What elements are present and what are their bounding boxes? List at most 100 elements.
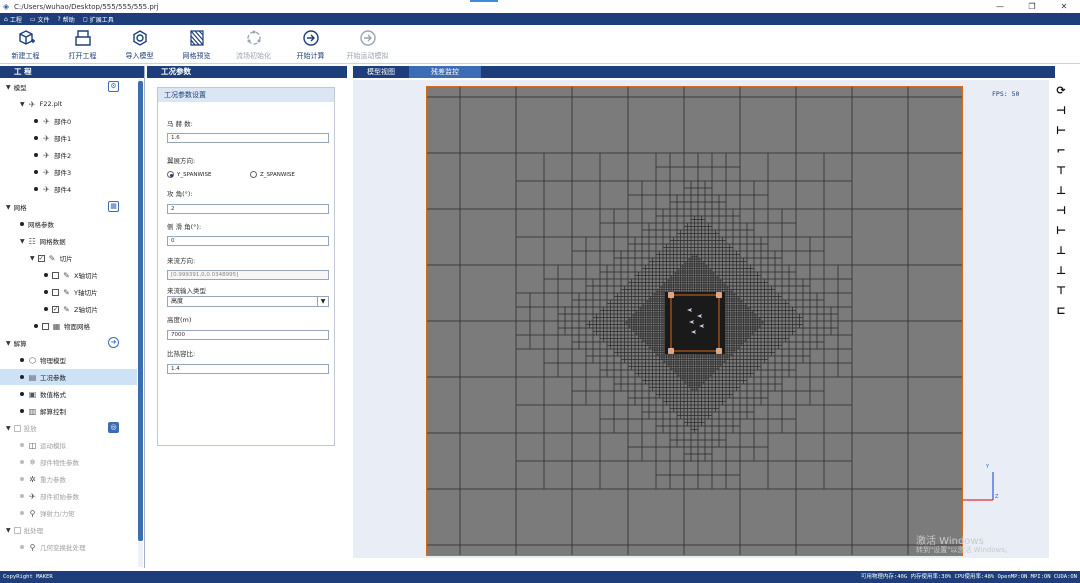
view-bottom-icon[interactable]: ⊣	[1052, 204, 1070, 218]
selection-handle	[668, 292, 674, 298]
view-iso1-icon[interactable]: ⊢	[1052, 224, 1070, 238]
import-model-button[interactable]: 导入模型	[111, 25, 168, 63]
pencil-icon: ✎	[63, 304, 70, 314]
input-type-select[interactable]: 高度 ▼	[167, 296, 329, 307]
selection-handle	[668, 348, 674, 354]
span-z-radio[interactable]: Z_SPANWISE	[250, 171, 295, 178]
mesh-data-icon: ☷	[28, 236, 36, 246]
tree-item-part1[interactable]: ✈ 部件1	[34, 130, 71, 146]
mach-input[interactable]: 1.6	[167, 133, 329, 143]
tree-item-part3[interactable]: ✈ 部件3	[34, 164, 71, 180]
part-icon: ✈	[43, 150, 50, 160]
view-iso3-icon[interactable]: ⊥	[1052, 264, 1070, 278]
tree-item-slice[interactable]: ▼ ✓ ✎ 切片	[30, 250, 73, 266]
tree-item-part-props[interactable]: ⚛ 部件物性参数	[20, 454, 79, 470]
tree-item-y-slice[interactable]: ✎ Y轴切片	[44, 284, 97, 300]
physics-icon: ⬡	[29, 355, 36, 365]
menu-file[interactable]: ▭ 文件	[30, 15, 50, 24]
fit-view-icon[interactable]: ⊏	[1052, 304, 1070, 318]
mesh-render	[427, 87, 962, 555]
mesh-grid-icon[interactable]: ▦	[108, 201, 119, 212]
tree-item-part4[interactable]: ✈ 部件4	[34, 181, 71, 197]
surface-mesh-icon: ▦	[52, 321, 61, 331]
surface-mesh-checkbox[interactable]	[42, 322, 49, 330]
tree-item-motion-sim[interactable]: ◫ 运动模拟	[20, 437, 66, 453]
tree-item-geo-batch[interactable]: ⚲ 几何变换批处理	[20, 539, 86, 555]
mesh-preview-icon	[189, 30, 204, 46]
tree-section-drop[interactable]: ▼ 投放	[6, 420, 37, 436]
project-panel: 工 程 ▼ 模型 ⚙ ▼ ✈ F22.plt ✈ 部件0 ✈ 部件1 ✈ 部件2 ✈ 部件3 …	[0, 66, 145, 568]
sideslip-input[interactable]: 0	[167, 236, 329, 246]
gamma-input[interactable]: 1.4	[167, 364, 329, 374]
view-tabs: 模型视图 残差监控	[353, 66, 1055, 78]
view-iso4-icon[interactable]: ⊤	[1052, 284, 1070, 298]
tree-item-conditions[interactable]: ▤ 工况参数	[0, 369, 137, 385]
axis-z-label: Z	[995, 494, 999, 500]
view-right-icon[interactable]: ⊤	[1052, 164, 1070, 178]
tree-item-part-init[interactable]: ✈ 部件初始参数	[20, 488, 79, 504]
height-input[interactable]: 7000	[167, 330, 329, 340]
tree-item-surface-mesh[interactable]: ▦ 物面网格	[34, 318, 90, 334]
pencil-icon: ✎	[48, 253, 56, 263]
model-settings-icon[interactable]: ⚙	[108, 81, 119, 92]
part-icon: ✈	[43, 133, 50, 143]
tree-scrollbar[interactable]	[138, 79, 143, 567]
view-iso2-icon[interactable]: ⊥	[1052, 244, 1070, 258]
tree-scrollbar-thumb[interactable]	[138, 81, 143, 541]
view-front-icon[interactable]: ⊣	[1052, 104, 1070, 118]
copyright-text: CopyRight MAKER	[3, 574, 53, 580]
close-icon[interactable]: ✕	[1048, 0, 1080, 13]
drop-checkbox[interactable]	[13, 424, 21, 432]
menu-project[interactable]: ⌂ 工程	[4, 15, 22, 24]
view-back-icon[interactable]: ⊢	[1052, 124, 1070, 138]
drop-target-icon[interactable]: ◎	[108, 422, 119, 433]
tree-item-z-slice[interactable]: ✓ ✎ Z轴切片	[44, 301, 98, 317]
tree-item-part0[interactable]: ✈ 部件0	[34, 113, 71, 129]
minimize-icon[interactable]: —	[984, 0, 1016, 13]
transform-icon: ⚲	[29, 542, 36, 552]
tree-item-ejection[interactable]: ⚲ 弹射力/力矩	[20, 505, 75, 521]
new-project-button[interactable]: 新建工程	[0, 25, 54, 63]
reset-view-icon[interactable]: ⟳	[1052, 84, 1070, 98]
chevron-down-icon: ▼	[317, 297, 328, 306]
view-left-icon[interactable]: ⌐	[1052, 144, 1070, 158]
batch-checkbox[interactable]	[13, 526, 21, 534]
solve-run-icon[interactable]: ➜	[108, 337, 119, 348]
z-slice-checkbox[interactable]: ✓	[52, 305, 59, 313]
tree-item-numeric-format[interactable]: ▣ 数值格式	[20, 386, 66, 402]
tree-section-solve[interactable]: ▼ 解算	[6, 335, 27, 351]
tree-item-physical-model[interactable]: ⬡ 物理模型	[20, 352, 66, 368]
tab-model-view[interactable]: 模型视图	[353, 66, 409, 78]
tree-item-solve-control[interactable]: ▥ 解算控制	[20, 403, 66, 419]
tree-item-mesh-data[interactable]: ▼ ☷ 网格数据	[20, 233, 66, 249]
tree-section-mesh[interactable]: ▼ 网格	[6, 199, 27, 215]
maximize-icon[interactable]: ❐	[1016, 0, 1048, 13]
x-slice-checkbox[interactable]	[52, 271, 59, 279]
menu-help[interactable]: ? 帮助	[58, 15, 75, 24]
folder-icon: ▭	[29, 15, 36, 23]
aoa-input[interactable]: 2	[167, 204, 329, 214]
open-project-button[interactable]: 打开工程	[54, 25, 111, 63]
tree-item-part2[interactable]: ✈ 部件2	[34, 147, 71, 163]
view-top-icon[interactable]: ⊥	[1052, 184, 1070, 198]
tree-item-gravity[interactable]: ✲ 重力参数	[20, 471, 66, 487]
y-slice-checkbox[interactable]	[52, 288, 59, 296]
tree-section-model[interactable]: ▼ 模型	[6, 79, 27, 95]
home-icon: ⌂	[4, 15, 8, 23]
selection-handle	[716, 292, 722, 298]
menu-extension[interactable]: ◻ 扩展工具	[83, 15, 114, 24]
mesh-viewport[interactable]	[426, 86, 963, 556]
mesh-preview-button[interactable]: 网格预览	[168, 25, 225, 63]
start-motion-button[interactable]: 开始运动模拟	[339, 25, 396, 63]
flow-init-button[interactable]: 流场初始化	[225, 25, 282, 63]
sideslip-label: 侧 滑 角(°):	[167, 223, 202, 231]
extension-icon: ◻	[82, 15, 88, 23]
slice-checkbox[interactable]: ✓	[37, 254, 45, 262]
tree-item-model-file[interactable]: ▼ ✈ F22.plt	[20, 96, 62, 112]
tree-section-batch[interactable]: ▼ 批处理	[6, 522, 43, 538]
tree-item-mesh-params[interactable]: 网格参数	[20, 216, 54, 232]
tab-residual-monitor[interactable]: 残差监控	[409, 66, 481, 78]
tree-item-x-slice[interactable]: ✎ X轴切片	[44, 267, 98, 283]
start-compute-button[interactable]: 开始计算	[282, 25, 339, 63]
span-y-radio[interactable]: Y_SPANWISE	[167, 171, 211, 178]
